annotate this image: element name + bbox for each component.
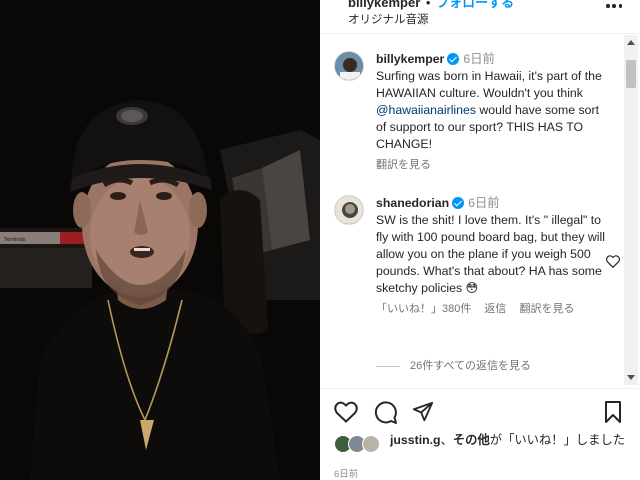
more-icon[interactable] [606,4,622,8]
translate-button[interactable]: 翻訳を見る [519,303,574,315]
avatar-photo [335,52,363,80]
header-separator: • [425,0,431,10]
video-player[interactable]: Terminals [0,0,320,480]
comment-time[interactable]: 6日前 [463,52,494,66]
liked-by-others[interactable]: その他 [453,433,490,447]
comments-list: billykemper 6日前 Surfing was born in Hawai… [320,35,640,385]
terminal-sign-text: Terminals [4,237,26,243]
like-avatars[interactable] [334,435,386,453]
follow-button[interactable]: フォローする [436,0,514,10]
mention-link[interactable]: @hawaiianairlines [376,103,476,117]
comment-username[interactable]: shanedorian [376,196,449,210]
scroll-down-arrow[interactable] [627,375,635,380]
scroll-up-arrow[interactable] [627,40,635,45]
verified-icon [447,53,460,65]
comment-icon[interactable] [374,401,398,425]
comment-text: SW is the shit! I love them. It's " ille… [376,213,606,295]
bookmark-icon[interactable] [604,401,622,423]
comment-text: Surfing was born in Hawaii, it's part of… [376,68,612,153]
translate-button[interactable]: 翻訳を見る [376,159,431,171]
view-replies-button[interactable]: 26件すべての返信を見る [376,357,531,373]
comments-scrollbar[interactable] [624,35,638,385]
likes-summary: jusstin.g、その他が「いいね！」しました [334,432,634,460]
likes-text: jusstin.g、その他が「いいね！」しました [390,432,630,448]
avatar[interactable] [334,51,364,81]
video-frame: Terminals [0,0,320,480]
comment-body: billykemper 6日前 Surfing was born in Hawai… [376,51,612,174]
post-date[interactable]: 6日前 [334,466,358,480]
comment-time[interactable]: 6日前 [468,196,499,210]
comment-meta: 「いいね！」380件 返信 翻訳を見る [376,301,612,318]
avatar [362,435,380,453]
comment-username[interactable]: billykemper [376,52,444,66]
heart-icon[interactable] [606,255,620,268]
action-bar [320,388,640,432]
comment-meta: 翻訳を見る [376,157,612,174]
avatar[interactable] [334,195,364,225]
post-panel: billykemper • フォローする オリジナル音源 billykemper… [320,0,640,480]
likes-connector: 、 [440,433,453,447]
share-icon[interactable] [412,401,434,423]
comment-body: shanedorian 6日前 SW is the shit! I love th… [376,195,612,318]
header-username[interactable]: billykemper [348,0,420,10]
liked-by-user[interactable]: jusstin.g [390,433,441,447]
reply-button[interactable]: 返信 [484,303,506,315]
likes-suffix: が「いいね！」しました [489,433,626,447]
heart-icon[interactable] [334,401,358,423]
header-user-line: billykemper • フォローする [348,0,514,11]
post-header: billykemper • フォローする オリジナル音源 [320,0,640,34]
verified-icon [452,197,465,209]
audio-label[interactable]: オリジナル音源 [348,11,429,27]
comment-text-part: Surfing was born in Hawaii, it's part of… [376,69,602,100]
scroll-thumb[interactable] [626,60,636,88]
comment-likes-count[interactable]: 「いいね！」380件 [376,303,471,315]
avatar-photo [335,196,363,224]
